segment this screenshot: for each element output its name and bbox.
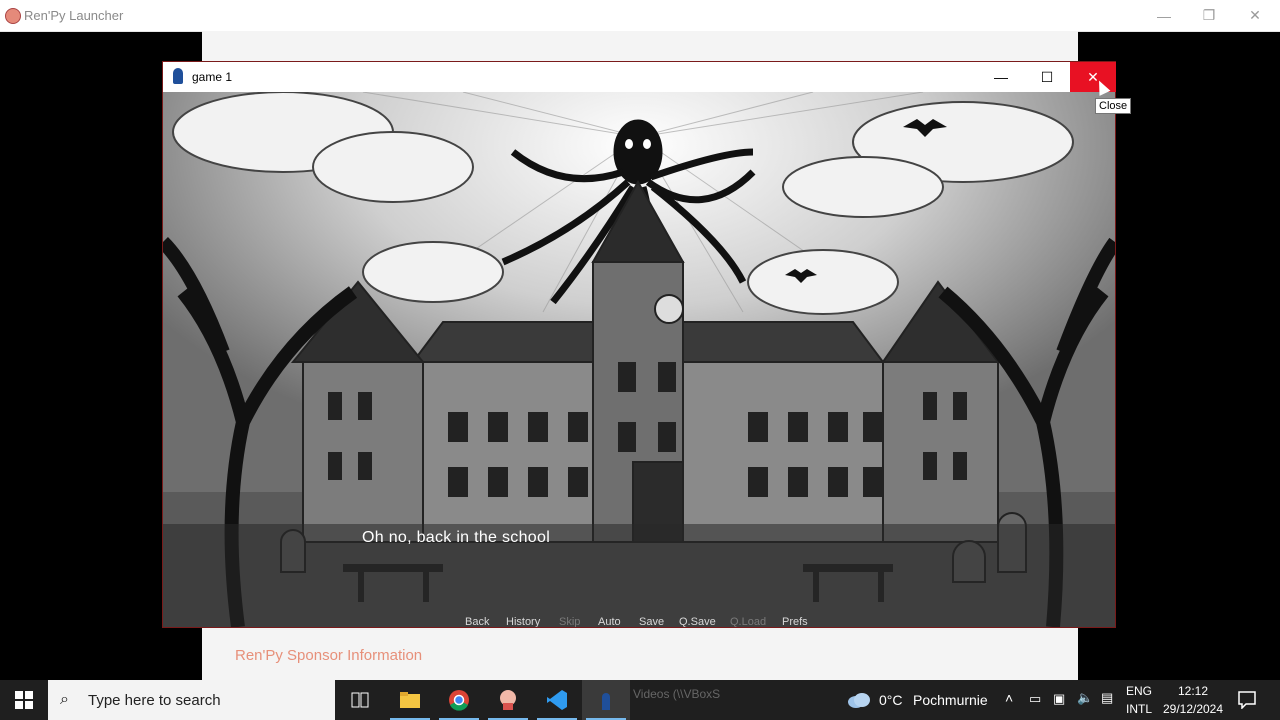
taskbar-search[interactable]: ⌕ Type here to search: [48, 680, 335, 720]
launcher-titlebar: Ren'Py Launcher — ❐ ✕: [0, 0, 1280, 32]
vscode-button[interactable]: [533, 680, 581, 720]
folder-icon: [400, 692, 420, 708]
game-maximize-button[interactable]: ☐: [1024, 62, 1070, 92]
weather-location[interactable]: Pochmurnie: [913, 692, 988, 708]
taskbar: ⌕ Type here to search Videos (\\VBoxS 0°…: [0, 680, 1280, 720]
clock-date[interactable]: 29/12/2024: [1158, 702, 1228, 716]
game-title: game 1: [192, 70, 233, 84]
dialogue-window[interactable]: [163, 524, 1115, 627]
cloud-icon: [848, 693, 870, 708]
renpy-icon: [5, 8, 21, 24]
game-taskbar-button[interactable]: [582, 680, 630, 720]
launcher-close-button[interactable]: ✕: [1232, 0, 1278, 31]
task-view-icon: [351, 692, 369, 708]
quick-menu-back[interactable]: Back: [465, 616, 489, 627]
chrome-button[interactable]: [435, 680, 483, 720]
language-line1[interactable]: ENG: [1124, 684, 1154, 698]
weather-temp[interactable]: 0°C: [879, 692, 903, 708]
search-placeholder: Type here to search: [88, 692, 221, 709]
game-minimize-button[interactable]: —: [978, 62, 1024, 92]
quick-menu-skip[interactable]: Skip: [559, 616, 580, 627]
game-scene[interactable]: Oh no, back in the school Back History S…: [163, 92, 1115, 627]
quick-menu-history[interactable]: History: [506, 616, 540, 627]
dialogue-text: Oh no, back in the school: [362, 529, 551, 546]
game-titlebar: game 1 — ☐ ✕: [163, 62, 1116, 92]
file-explorer-button[interactable]: [386, 680, 434, 720]
game-window: game 1 — ☐ ✕ Oh no, back in the school B…: [163, 62, 1116, 627]
quick-menu-qload[interactable]: Q.Load: [730, 616, 766, 627]
network-icon[interactable]: ▣: [1053, 691, 1065, 707]
vscode-icon: [547, 690, 567, 710]
close-tooltip: Close: [1095, 98, 1132, 114]
launcher-restore-button[interactable]: ❐: [1186, 0, 1232, 31]
display-icon[interactable]: ▤: [1101, 690, 1113, 706]
search-icon: ⌕: [60, 691, 69, 708]
chevron-up-icon[interactable]: ˄: [1005, 690, 1013, 706]
chrome-icon: [449, 690, 469, 711]
volume-icon[interactable]: 🔈: [1077, 690, 1093, 706]
launcher-minimize-button[interactable]: —: [1141, 0, 1187, 31]
windows-logo-icon: [15, 691, 33, 709]
task-view-button[interactable]: [336, 680, 384, 720]
quick-menu-qsave[interactable]: Q.Save: [679, 616, 716, 627]
language-line2[interactable]: INTL: [1124, 702, 1154, 716]
window-preview-text: Videos (\\VBoxS: [633, 687, 721, 701]
clock-time[interactable]: 12:12: [1158, 684, 1228, 698]
quick-menu-auto[interactable]: Auto: [598, 616, 621, 627]
renpy-icon: [500, 690, 516, 710]
launcher-title: Ren'Py Launcher: [24, 8, 124, 23]
battery-icon[interactable]: ▭: [1029, 691, 1041, 707]
renpy-game-icon: [173, 68, 183, 84]
renpy-game-icon: [602, 693, 610, 710]
start-button[interactable]: [0, 680, 48, 720]
quick-menu-prefs[interactable]: Prefs: [782, 616, 808, 627]
renpy-launcher-button[interactable]: [484, 680, 532, 720]
quick-menu-save[interactable]: Save: [639, 616, 664, 627]
sponsor-link[interactable]: Ren'Py Sponsor Information: [235, 647, 422, 664]
notification-icon[interactable]: [1238, 691, 1256, 709]
